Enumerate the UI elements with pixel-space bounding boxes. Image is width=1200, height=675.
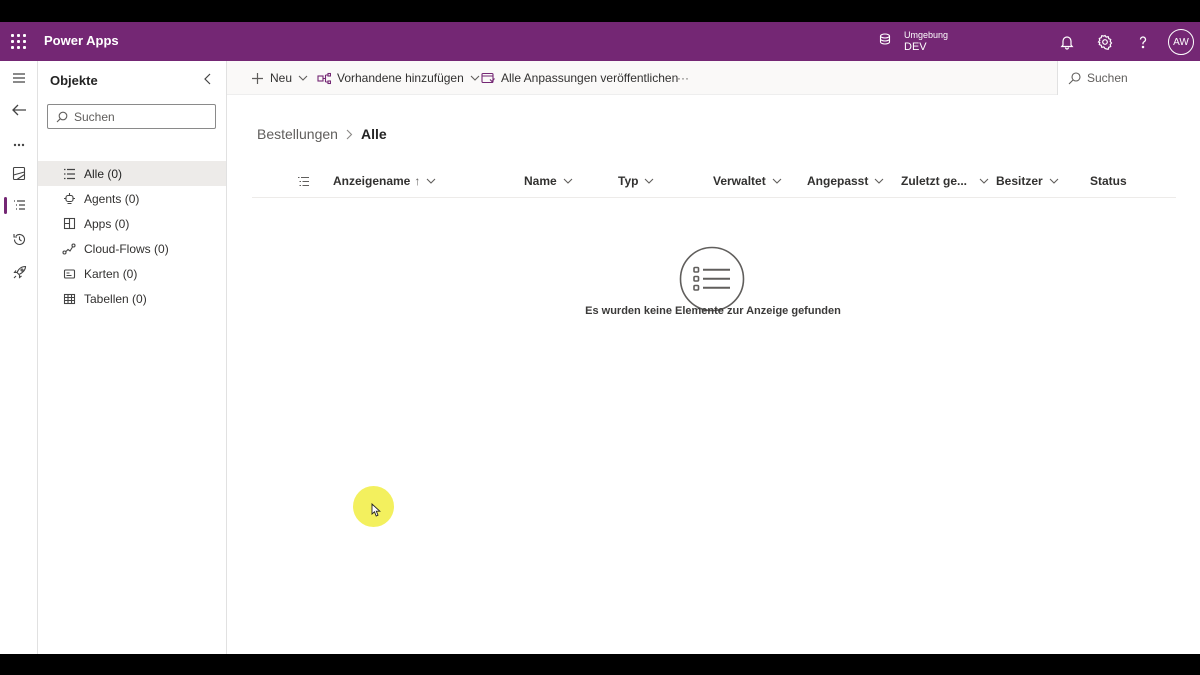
column-header-angepasst[interactable]: Angepasst (807, 164, 884, 198)
more-commands-button[interactable]: ··· (677, 61, 689, 95)
card-icon (62, 267, 76, 281)
chevron-down-icon (1049, 178, 1059, 184)
command-search-input[interactable]: Suchen (1057, 61, 1200, 95)
objects-pane-title: Objekte (50, 73, 98, 88)
solutions-icon[interactable] (0, 160, 38, 186)
more-commands-label: ··· (677, 71, 689, 85)
empty-list-icon (679, 246, 745, 312)
publish-label: Alle Anpassungen veröffentlichen (501, 71, 679, 85)
bell-icon[interactable] (1057, 32, 1077, 52)
object-item-label: Agents (0) (84, 191, 140, 206)
add-existing-button[interactable]: Vorhandene hinzufügen (317, 61, 480, 95)
object-item-label: Tabellen (0) (84, 291, 147, 306)
chevron-down-icon (563, 178, 573, 184)
object-item-label: Alle (0) (84, 166, 123, 181)
search-icon (1068, 71, 1081, 85)
collapse-pane-icon[interactable] (200, 71, 216, 87)
chevron-down-icon (772, 178, 782, 184)
new-button[interactable]: Neu (250, 61, 308, 95)
object-item-agents[interactable]: Agents (0) (38, 186, 226, 211)
objects-search-placeholder: Suchen (74, 109, 115, 124)
object-item-alle[interactable]: Alle (0) (38, 161, 226, 186)
column-header-anzeigename[interactable]: Anzeigename ↑ (333, 164, 436, 198)
menu-icon[interactable] (0, 65, 38, 91)
plus-icon (250, 71, 264, 85)
objects-search-input[interactable]: Suchen (47, 104, 216, 129)
grid-header: Anzeigename ↑ Name Typ Verwaltet Angepas… (252, 164, 1176, 198)
column-header-name[interactable]: Name (524, 164, 573, 198)
breadcrumb-current: Alle (360, 126, 387, 142)
list-icon (62, 167, 76, 181)
breadcrumb-parent[interactable]: Bestellungen (257, 126, 338, 142)
search-icon (56, 111, 68, 123)
column-header-besitzer[interactable]: Besitzer (996, 164, 1059, 198)
object-item-apps[interactable]: Apps (0) (38, 211, 226, 236)
top-header: Power Apps Umgebung DEV AW (0, 22, 1200, 61)
column-header-status[interactable]: Status (1090, 164, 1127, 198)
help-icon[interactable] (1133, 32, 1153, 52)
chevron-down-icon (470, 75, 480, 81)
object-item-cloud-flows[interactable]: Cloud-Flows (0) (38, 236, 226, 261)
column-header-label: Zuletzt ge... (901, 174, 967, 188)
column-header-label: Anzeigename (333, 174, 411, 188)
mouse-pointer-icon (371, 502, 381, 517)
objects-pane: Objekte Suchen Alle (0) Agents (0) Apps … (38, 61, 227, 654)
column-header-label: Verwaltet (713, 174, 766, 188)
object-item-label: Cloud-Flows (0) (84, 241, 169, 256)
environment-picker[interactable]: Umgebung DEV (878, 27, 948, 55)
avatar[interactable]: AW (1168, 29, 1194, 55)
column-header-label: Status (1090, 174, 1127, 188)
add-existing-label: Vorhandene hinzufügen (337, 71, 464, 85)
more-icon[interactable] (0, 132, 38, 158)
app-launcher-icon[interactable] (11, 34, 26, 49)
table-icon (62, 292, 76, 306)
chevron-down-icon (874, 178, 884, 184)
object-item-tabellen[interactable]: Tabellen (0) (38, 286, 226, 311)
column-header-label: Angepasst (807, 174, 869, 188)
command-bar: Neu Vorhandene hinzufügen Alle Anpassung… (227, 61, 1200, 95)
chevron-down-icon (979, 178, 989, 184)
object-item-karten[interactable]: Karten (0) (38, 261, 226, 286)
column-header-zuletzt-geaendert[interactable]: Zuletzt ge... (901, 164, 989, 198)
row-select-icon[interactable] (297, 164, 310, 198)
environment-label: Umgebung (904, 30, 949, 40)
column-header-label: Name (524, 174, 557, 188)
publish-icon (481, 71, 495, 85)
back-icon[interactable] (0, 97, 38, 123)
sort-ascending-icon: ↑ (414, 174, 421, 188)
history-icon[interactable] (0, 226, 38, 252)
new-label: Neu (270, 71, 293, 85)
chevron-down-icon (298, 75, 308, 81)
environment-value: DEV (904, 41, 927, 53)
gear-icon[interactable] (1095, 32, 1115, 52)
app-title[interactable]: Power Apps (44, 33, 119, 48)
app-window: Power Apps Umgebung DEV AW Objekte Suche… (0, 22, 1200, 654)
publish-all-button[interactable]: Alle Anpassungen veröffentlichen (481, 61, 678, 95)
chevron-right-icon (346, 129, 353, 140)
column-header-label: Besitzer (996, 174, 1043, 188)
object-item-label: Karten (0) (84, 266, 138, 281)
environment-icon (878, 32, 892, 51)
agent-icon (62, 192, 76, 206)
objects-icon[interactable] (0, 192, 38, 218)
pipelines-icon[interactable] (0, 259, 38, 285)
empty-state-message: Es wurden keine Elemente zur Anzeige gef… (585, 305, 841, 317)
chevron-down-icon (644, 178, 654, 184)
flow-icon (62, 242, 76, 256)
left-rail (0, 61, 38, 654)
chevron-down-icon (426, 178, 436, 184)
add-existing-icon (317, 71, 331, 85)
column-header-typ[interactable]: Typ (618, 164, 654, 198)
column-header-verwaltet[interactable]: Verwaltet (713, 164, 782, 198)
command-search-placeholder: Suchen (1087, 71, 1128, 85)
apps-icon (62, 217, 76, 231)
breadcrumb: Bestellungen Alle (257, 126, 387, 142)
object-item-label: Apps (0) (84, 216, 130, 231)
column-header-label: Typ (618, 174, 639, 188)
